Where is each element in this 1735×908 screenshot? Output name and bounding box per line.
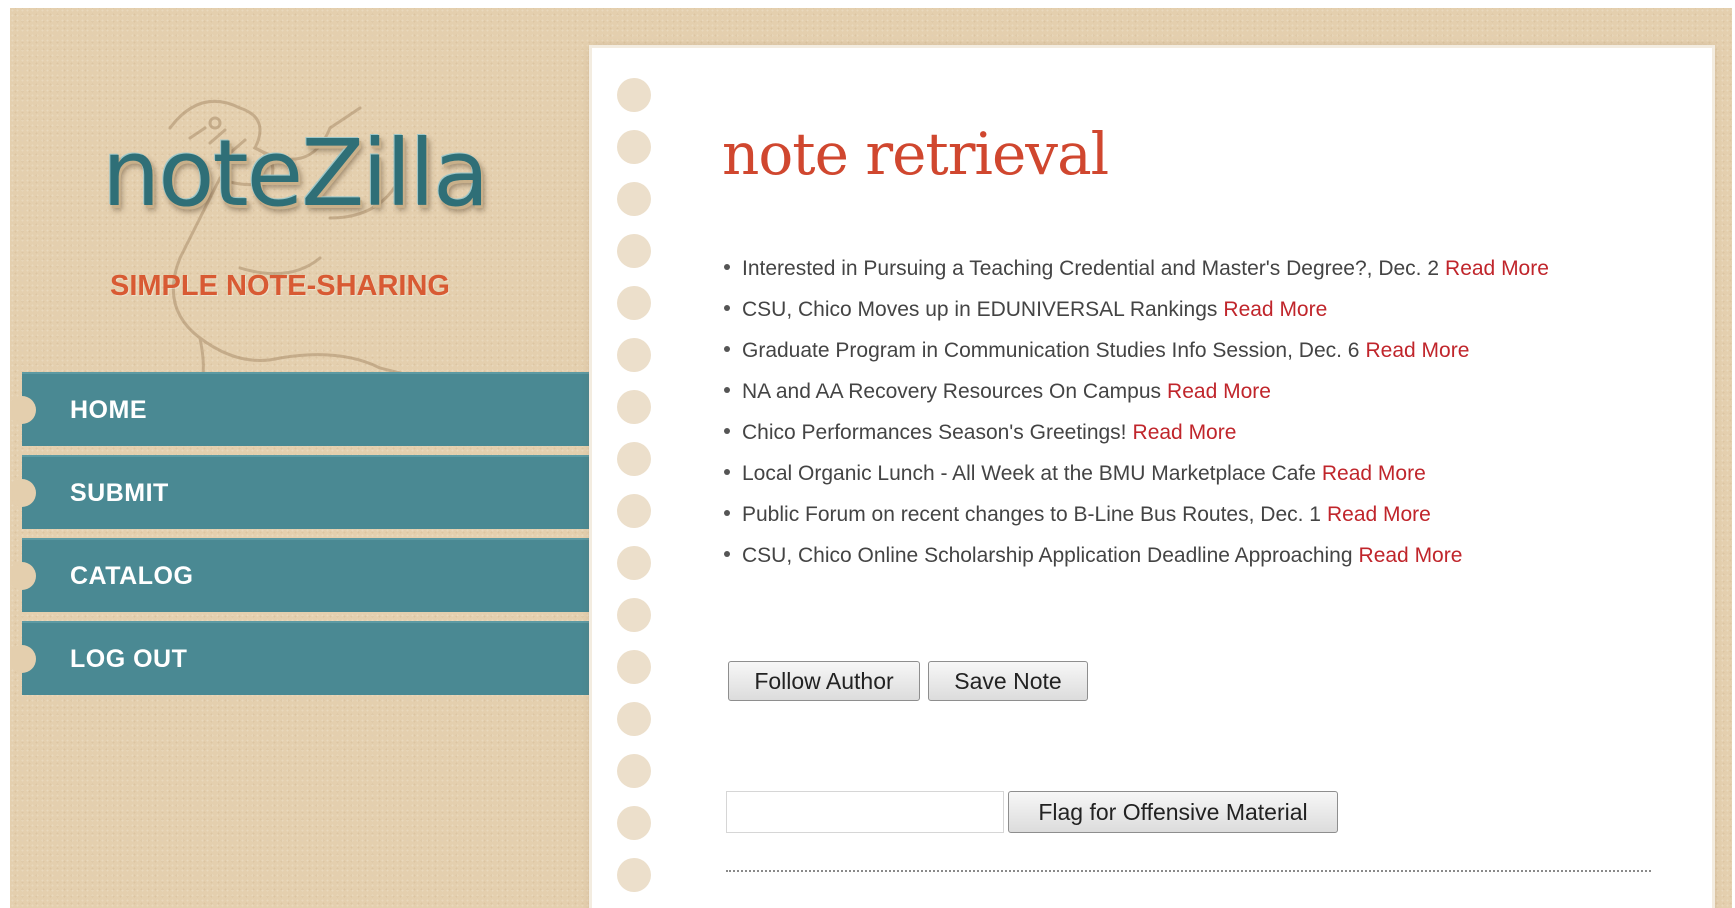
nav-item-log-out[interactable]: LOG OUT xyxy=(10,621,595,695)
nav-item-label: CATALOG xyxy=(70,561,194,590)
bullet-icon xyxy=(724,305,730,312)
binder-hole xyxy=(617,858,651,892)
nav-item-catalog[interactable]: CATALOG xyxy=(10,538,595,612)
news-item-text: Public Forum on recent changes to B-Line… xyxy=(742,503,1321,526)
news-item-text: Interested in Pursuing a Teaching Creden… xyxy=(742,257,1440,280)
app-logo[interactable]: noteZilla xyxy=(102,128,489,220)
list-item: Local Organic Lunch - All Week at the BM… xyxy=(722,453,1682,494)
tagline: SIMPLE NOTE-SHARING xyxy=(110,270,450,302)
read-more-link[interactable]: Read More xyxy=(1133,421,1237,444)
binder-hole xyxy=(617,182,651,216)
news-item-text: Graduate Program in Communication Studie… xyxy=(742,339,1360,362)
nav-item-home[interactable]: HOME xyxy=(10,372,595,446)
nav-item-label: SUBMIT xyxy=(70,478,169,507)
bullet-icon xyxy=(724,469,730,476)
page-background: noteZilla SIMPLE NOTE-SHARING HOME SUBMI… xyxy=(10,8,1732,908)
binder-hole xyxy=(617,78,651,112)
binder-hole xyxy=(617,650,651,684)
bullet-icon xyxy=(724,551,730,558)
news-list: Interested in Pursuing a Teaching Creden… xyxy=(722,248,1682,576)
bullet-icon xyxy=(724,428,730,435)
news-item-text: CSU, Chico Online Scholarship Applicatio… xyxy=(742,544,1353,567)
flag-offensive-button[interactable]: Flag for Offensive Material xyxy=(1008,791,1338,833)
binder-hole xyxy=(617,286,651,320)
read-more-link[interactable]: Read More xyxy=(1359,544,1463,567)
news-item-text: Local Organic Lunch - All Week at the BM… xyxy=(742,462,1316,485)
bullet-icon xyxy=(724,346,730,353)
flag-reason-input[interactable] xyxy=(726,791,1004,833)
read-more-link[interactable]: Read More xyxy=(1445,257,1549,280)
read-more-link[interactable]: Read More xyxy=(1167,380,1271,403)
nav-notch xyxy=(10,562,36,590)
page-title: note retrieval xyxy=(722,120,1109,188)
nav-notch xyxy=(10,645,36,673)
list-item: Public Forum on recent changes to B-Line… xyxy=(722,494,1682,535)
save-note-button[interactable]: Save Note xyxy=(928,661,1088,701)
list-item: Interested in Pursuing a Teaching Creden… xyxy=(722,248,1682,289)
news-item-text: NA and AA Recovery Resources On Campus xyxy=(742,380,1162,403)
read-more-link[interactable]: Read More xyxy=(1327,503,1431,526)
list-item: Chico Performances Season's Greetings! Re… xyxy=(722,412,1682,453)
read-more-link[interactable]: Read More xyxy=(1365,339,1469,362)
list-item: NA and AA Recovery Resources On Campus Re… xyxy=(722,371,1682,412)
sidebar: noteZilla SIMPLE NOTE-SHARING HOME SUBMI… xyxy=(10,8,595,908)
nav-item-label: LOG OUT xyxy=(70,644,188,673)
news-item-text: Chico Performances Season's Greetings! xyxy=(742,421,1127,444)
read-more-link[interactable]: Read More xyxy=(1223,298,1327,321)
binder-hole xyxy=(617,338,651,372)
list-item: CSU, Chico Moves up in EDUNIVERSAL Ranki… xyxy=(722,289,1682,330)
binder-hole xyxy=(617,130,651,164)
binder-hole xyxy=(617,806,651,840)
list-item: Graduate Program in Communication Studie… xyxy=(722,330,1682,371)
nav-notch xyxy=(10,479,36,507)
nav-notch xyxy=(10,396,36,424)
bullet-icon xyxy=(724,387,730,394)
nav-item-label: HOME xyxy=(70,395,147,424)
dotted-divider xyxy=(726,870,1651,872)
read-more-link[interactable]: Read More xyxy=(1322,462,1426,485)
bullet-icon xyxy=(724,510,730,517)
list-item: CSU, Chico Online Scholarship Applicatio… xyxy=(722,535,1682,576)
binder-hole xyxy=(617,754,651,788)
binder-hole xyxy=(617,598,651,632)
binder-hole xyxy=(617,702,651,736)
binder-hole xyxy=(617,494,651,528)
bullet-icon xyxy=(724,264,730,271)
binder-hole xyxy=(617,442,651,476)
nav-item-submit[interactable]: SUBMIT xyxy=(10,455,595,529)
binder-hole xyxy=(617,234,651,268)
content-panel: note retrieval Interested in Pursuing a … xyxy=(592,48,1712,908)
binder-hole xyxy=(617,546,651,580)
news-item-text: CSU, Chico Moves up in EDUNIVERSAL Ranki… xyxy=(742,298,1218,321)
main-nav: HOME SUBMIT CATALOG LOG OUT xyxy=(10,372,595,704)
binder-holes xyxy=(617,78,651,908)
binder-hole xyxy=(617,390,651,424)
follow-author-button[interactable]: Follow Author xyxy=(728,661,920,701)
dinosaur-sketch-icon xyxy=(168,99,422,395)
